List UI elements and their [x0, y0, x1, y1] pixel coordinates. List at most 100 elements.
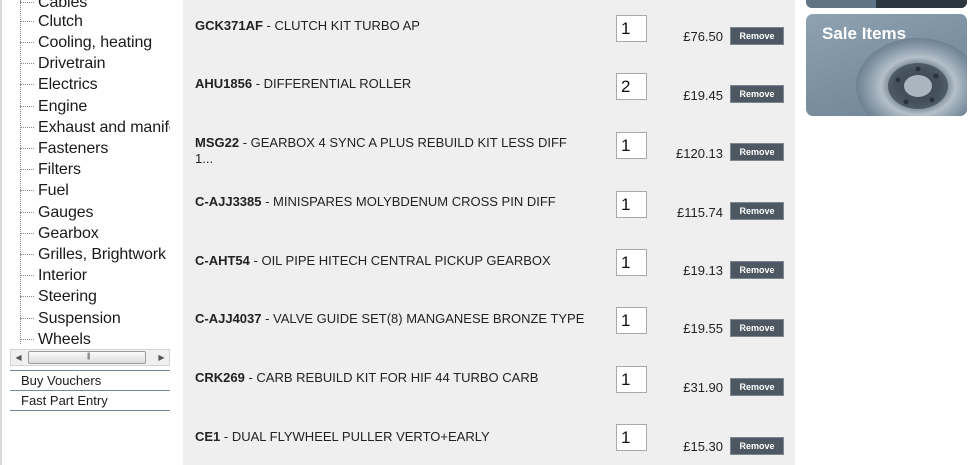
sale-items-title[interactable]: Sale Items [822, 24, 906, 44]
sale-items-banner[interactable]: Sale Items [806, 14, 967, 116]
grip-icon: ||| [87, 353, 91, 360]
category-label[interactable]: Fasteners [38, 140, 108, 158]
part-code[interactable]: GCK371AF [195, 18, 263, 33]
basket-row: C-AHT54 - OIL PIPE HITECH CENTRAL PICKUP… [183, 235, 795, 293]
part-code[interactable]: C-AHT54 [195, 253, 250, 268]
basket-row: C-AJJ3385 - MINISPARES MOLYBDENUM CROSS … [183, 176, 795, 234]
category-label[interactable]: Cooling, heating [38, 34, 152, 52]
quantity-input[interactable] [616, 249, 647, 276]
scroll-left-arrow-icon[interactable]: ◀ [11, 350, 26, 365]
category-tree: Cables Clutch Cooling, heating Drivetrai… [10, 0, 170, 348]
remove-button[interactable]: Remove [730, 202, 784, 220]
category-filters[interactable]: Filters [20, 159, 81, 180]
part-code[interactable]: AHU1856 [195, 76, 252, 91]
category-interior[interactable]: Interior [20, 265, 87, 286]
part-code[interactable]: MSG22 [195, 135, 239, 150]
remove-button[interactable]: Remove [730, 143, 784, 161]
remove-button[interactable]: Remove [730, 85, 784, 103]
category-label[interactable]: Engine [38, 98, 87, 116]
item-description: AHU1856 - DIFFERENTIAL ROLLER [195, 76, 595, 92]
category-label[interactable]: Clutch [38, 13, 83, 31]
basket-row: GCK371AF - CLUTCH KIT TURBO AP £76.50 Re… [183, 0, 795, 58]
category-label[interactable]: Suspension [38, 310, 121, 328]
category-electrics[interactable]: Electrics [20, 74, 98, 95]
quantity-input[interactable] [616, 366, 647, 393]
buy-vouchers-link[interactable]: Buy Vouchers [10, 371, 170, 390]
category-label[interactable]: Gearbox [38, 225, 99, 243]
part-code[interactable]: C-AJJ3385 [195, 194, 262, 209]
item-price: £31.90 [683, 380, 723, 395]
remove-button[interactable]: Remove [730, 319, 784, 337]
sidebar-links: Buy Vouchers Fast Part Entry [10, 370, 170, 411]
category-gearbox[interactable]: Gearbox [20, 223, 99, 244]
part-desc: - CLUTCH KIT TURBO AP [262, 18, 420, 33]
category-label[interactable]: Filters [38, 161, 81, 179]
category-label[interactable]: Wheels [38, 331, 91, 349]
basket-row: AHU1856 - DIFFERENTIAL ROLLER £19.45 Rem… [183, 58, 795, 116]
part-desc: - DUAL FLYWHEEL PULLER VERTO+EARLY [220, 429, 490, 444]
promo-banner-top[interactable] [806, 0, 967, 8]
part-code[interactable]: C-AJJ4037 [195, 311, 262, 326]
category-label[interactable]: Electrics [38, 76, 98, 94]
scrollbar-thumb[interactable]: ||| [28, 351, 146, 364]
basket-row: C-AJJ4037 - VALVE GUIDE SET(8) MANGANESE… [183, 293, 795, 351]
fast-part-entry-link[interactable]: Fast Part Entry [10, 391, 170, 410]
category-fuel[interactable]: Fuel [20, 180, 69, 201]
item-price: £120.13 [676, 146, 723, 161]
part-desc: - CARB REBUILD KIT FOR HIF 44 TURBO CARB [244, 370, 539, 385]
scroll-right-arrow-icon[interactable]: ▶ [154, 350, 169, 365]
quantity-input[interactable] [616, 307, 647, 334]
category-wheels[interactable]: Wheels [20, 329, 91, 348]
remove-button[interactable]: Remove [730, 27, 784, 45]
item-description: C-AJJ3385 - MINISPARES MOLYBDENUM CROSS … [195, 194, 595, 210]
item-description: MSG22 - GEARBOX 4 SYNC A PLUS REBUILD KI… [195, 135, 585, 167]
promo-banner-image [876, 0, 967, 8]
part-desc: - MINISPARES MOLYBDENUM CROSS PIN DIFF [261, 194, 556, 209]
quantity-input[interactable] [616, 15, 647, 42]
left-border [0, 0, 2, 465]
quantity-input[interactable] [616, 191, 647, 218]
part-code[interactable]: CRK269 [195, 370, 245, 385]
category-steering[interactable]: Steering [20, 286, 97, 307]
category-label[interactable]: Exhaust and manifo [38, 119, 170, 137]
part-desc: - GEARBOX 4 SYNC A PLUS REBUILD KIT LESS… [195, 135, 567, 166]
category-fasteners[interactable]: Fasteners [20, 138, 108, 159]
item-price: £19.13 [683, 263, 723, 278]
category-suspension[interactable]: Suspension [20, 308, 121, 329]
category-cooling-heating[interactable]: Cooling, heating [20, 32, 152, 53]
item-description: C-AJJ4037 - VALVE GUIDE SET(8) MANGANESE… [195, 311, 595, 327]
part-code[interactable]: CE1 [195, 429, 220, 444]
item-price: £115.74 [676, 205, 723, 220]
category-label[interactable]: Drivetrain [38, 55, 106, 73]
quantity-input[interactable] [616, 424, 647, 451]
basket-row: CE1 - DUAL FLYWHEEL PULLER VERTO+EARLY £… [183, 410, 795, 465]
tree-horizontal-scrollbar[interactable]: ◀ ||| ▶ [10, 349, 170, 366]
category-label[interactable]: Grilles, Brightwork [38, 246, 166, 264]
category-label[interactable]: Gauges [38, 204, 94, 222]
category-clutch[interactable]: Clutch [20, 11, 83, 32]
category-exhaust[interactable]: Exhaust and manifo [20, 117, 170, 138]
item-price: £76.50 [683, 29, 723, 44]
basket-panel: GCK371AF - CLUTCH KIT TURBO AP £76.50 Re… [183, 0, 795, 465]
remove-button[interactable]: Remove [730, 378, 784, 396]
part-desc: - VALVE GUIDE SET(8) MANGANESE BRONZE TY… [261, 311, 585, 326]
divider [10, 410, 170, 411]
category-engine[interactable]: Engine [20, 96, 87, 117]
category-label[interactable]: Interior [38, 267, 87, 285]
category-drivetrain[interactable]: Drivetrain [20, 53, 106, 74]
category-grilles-brightwork[interactable]: Grilles, Brightwork [20, 244, 166, 265]
remove-button[interactable]: Remove [730, 261, 784, 279]
category-label[interactable]: Steering [38, 288, 97, 306]
item-price: £15.30 [683, 439, 723, 454]
item-description: CRK269 - CARB REBUILD KIT FOR HIF 44 TUR… [195, 370, 595, 386]
item-description: C-AHT54 - OIL PIPE HITECH CENTRAL PICKUP… [195, 253, 595, 269]
category-gauges[interactable]: Gauges [20, 202, 94, 223]
quantity-input[interactable] [616, 132, 647, 159]
item-price: £19.45 [683, 88, 723, 103]
category-label[interactable]: Cables [38, 0, 87, 12]
remove-button[interactable]: Remove [730, 437, 784, 455]
quantity-input[interactable] [616, 73, 647, 100]
part-desc: - OIL PIPE HITECH CENTRAL PICKUP GEARBOX [249, 253, 551, 268]
category-label[interactable]: Fuel [38, 182, 69, 200]
item-price: £19.55 [683, 321, 723, 336]
